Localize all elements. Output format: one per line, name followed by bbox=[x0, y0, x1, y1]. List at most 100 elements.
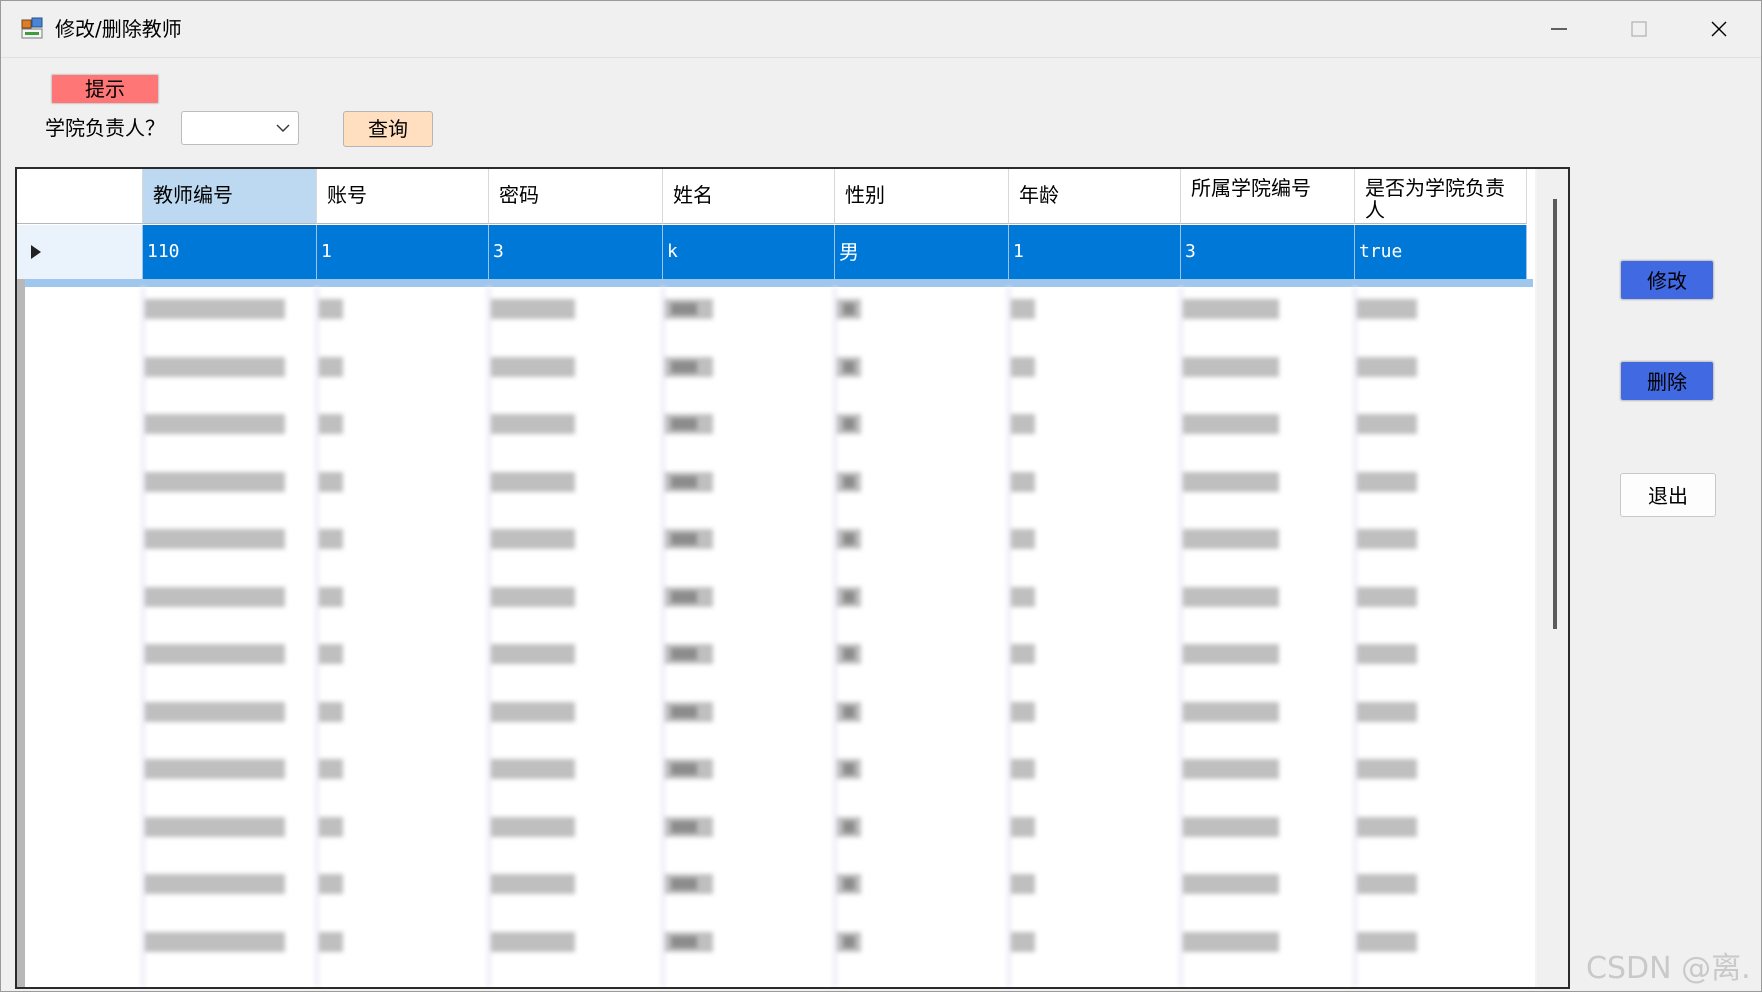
app-window: 修改/删除教师 提示 学院负责人？ 查询 教师编号 账号 密码 姓名 性别 年龄… bbox=[0, 0, 1762, 992]
exit-button[interactable]: 退出 bbox=[1620, 473, 1716, 517]
obscured-cell bbox=[145, 701, 285, 722]
col-header-teacher-id[interactable]: 教师编号 bbox=[143, 169, 317, 224]
close-icon bbox=[1711, 21, 1727, 37]
obscured-cell bbox=[1011, 759, 1035, 779]
obscured-cell bbox=[1183, 874, 1279, 894]
cell-age[interactable]: 1 bbox=[1009, 225, 1181, 279]
obscured-cell bbox=[145, 644, 285, 664]
obscured-cell bbox=[491, 414, 575, 434]
obscured-cell bbox=[1011, 529, 1035, 549]
col-header-age[interactable]: 年龄 bbox=[1009, 169, 1181, 224]
modify-button[interactable]: 修改 bbox=[1620, 260, 1714, 300]
obscured-cell bbox=[491, 529, 575, 549]
obscured-cell-detail bbox=[671, 533, 697, 545]
obscured-cell bbox=[1357, 874, 1417, 894]
obscured-cell-detail bbox=[843, 475, 855, 488]
obscured-cell bbox=[1183, 471, 1279, 492]
obscured-cell-detail bbox=[843, 533, 855, 545]
obscured-cell-detail bbox=[671, 590, 697, 603]
obscured-cell bbox=[1357, 299, 1417, 319]
obscured-cell bbox=[1011, 299, 1035, 319]
obscured-cell-detail bbox=[671, 763, 697, 775]
col-header-gender[interactable]: 性别 bbox=[835, 169, 1009, 224]
grid-left-rail bbox=[17, 279, 25, 987]
grid-body: 教师编号 账号 密码 姓名 性别 年龄 所属学院编号 是否为学院负责人 110 … bbox=[17, 169, 1535, 987]
minimize-icon bbox=[1551, 28, 1567, 30]
vertical-scrollbar[interactable] bbox=[1537, 169, 1568, 987]
chevron-down-icon bbox=[276, 124, 290, 132]
obscured-cell bbox=[1011, 414, 1035, 434]
obscured-cell bbox=[491, 471, 575, 492]
obscured-cell bbox=[491, 701, 575, 722]
obscured-cell-detail bbox=[843, 360, 855, 373]
obscured-cell bbox=[1357, 471, 1417, 492]
obscured-cell bbox=[145, 529, 285, 549]
obscured-cell-detail bbox=[671, 303, 697, 315]
obscured-cell bbox=[491, 586, 575, 607]
obscured-cell-detail bbox=[843, 878, 855, 890]
scrollbar-thumb[interactable] bbox=[1553, 199, 1557, 629]
obscured-cell bbox=[319, 529, 343, 549]
obscured-cell bbox=[145, 931, 285, 952]
obscured-cell bbox=[319, 701, 343, 722]
row-header[interactable] bbox=[17, 225, 143, 279]
obscured-cell bbox=[1011, 471, 1035, 492]
obscured-cell bbox=[145, 759, 285, 779]
obscured-cell bbox=[491, 644, 575, 664]
teacher-grid[interactable]: 教师编号 账号 密码 姓名 性别 年龄 所属学院编号 是否为学院负责人 110 … bbox=[15, 167, 1570, 989]
cell-is-leader[interactable]: true bbox=[1355, 225, 1527, 279]
obscured-cell bbox=[1357, 931, 1417, 952]
obscured-cell bbox=[319, 356, 343, 377]
leader-select[interactable] bbox=[181, 111, 299, 145]
obscured-cell-detail bbox=[671, 648, 697, 660]
col-header-college-id[interactable]: 所属学院编号 bbox=[1181, 169, 1355, 224]
obscured-cell-detail bbox=[671, 360, 697, 373]
col-header-is-leader[interactable]: 是否为学院负责人 bbox=[1355, 169, 1527, 224]
obscured-cell bbox=[319, 816, 343, 837]
obscured-cell bbox=[319, 471, 343, 492]
obscured-cell bbox=[319, 586, 343, 607]
cell-account[interactable]: 1 bbox=[317, 225, 489, 279]
obscured-cell bbox=[319, 931, 343, 952]
obscured-cell-detail bbox=[843, 763, 855, 775]
col-header-account[interactable]: 账号 bbox=[317, 169, 489, 224]
cell-gender[interactable]: 男 bbox=[835, 225, 1009, 279]
query-button[interactable]: 查询 bbox=[343, 111, 433, 147]
row-header-corner bbox=[17, 169, 143, 224]
obscured-cell bbox=[1183, 644, 1279, 664]
col-header-password[interactable]: 密码 bbox=[489, 169, 663, 224]
obscured-cell bbox=[1357, 759, 1417, 779]
obscured-rows bbox=[17, 287, 1535, 987]
app-icon bbox=[21, 17, 43, 39]
obscured-cell bbox=[1011, 874, 1035, 894]
obscured-cell bbox=[319, 299, 343, 319]
obscured-cell bbox=[145, 471, 285, 492]
col-header-name[interactable]: 姓名 bbox=[663, 169, 835, 224]
hint-button[interactable]: 提示 bbox=[51, 74, 159, 104]
obscured-cell-detail bbox=[671, 418, 697, 430]
obscured-cell bbox=[491, 759, 575, 779]
cell-teacher-id[interactable]: 110 bbox=[143, 225, 317, 279]
obscured-cell bbox=[1357, 529, 1417, 549]
cell-name[interactable]: k bbox=[663, 225, 835, 279]
cell-password[interactable]: 3 bbox=[489, 225, 663, 279]
delete-button[interactable]: 删除 bbox=[1620, 361, 1714, 401]
obscured-cell-detail bbox=[843, 418, 855, 430]
minimize-button[interactable] bbox=[1519, 1, 1599, 57]
obscured-cell bbox=[319, 759, 343, 779]
obscured-cell bbox=[1357, 586, 1417, 607]
table-row-selected[interactable]: 110 1 3 k 男 1 3 true bbox=[17, 225, 1527, 279]
obscured-cell bbox=[491, 356, 575, 377]
cell-college-id[interactable]: 3 bbox=[1181, 225, 1355, 279]
close-button[interactable] bbox=[1679, 1, 1759, 57]
obscured-cell bbox=[1357, 816, 1417, 837]
maximize-button[interactable] bbox=[1599, 1, 1679, 57]
obscured-cell bbox=[1011, 931, 1035, 952]
row-separator bbox=[25, 279, 1533, 287]
obscured-cell bbox=[145, 299, 285, 319]
obscured-cell bbox=[319, 874, 343, 894]
obscured-cell bbox=[1183, 931, 1279, 952]
obscured-cell bbox=[1183, 299, 1279, 319]
obscured-cell bbox=[145, 586, 285, 607]
obscured-cell bbox=[491, 816, 575, 837]
